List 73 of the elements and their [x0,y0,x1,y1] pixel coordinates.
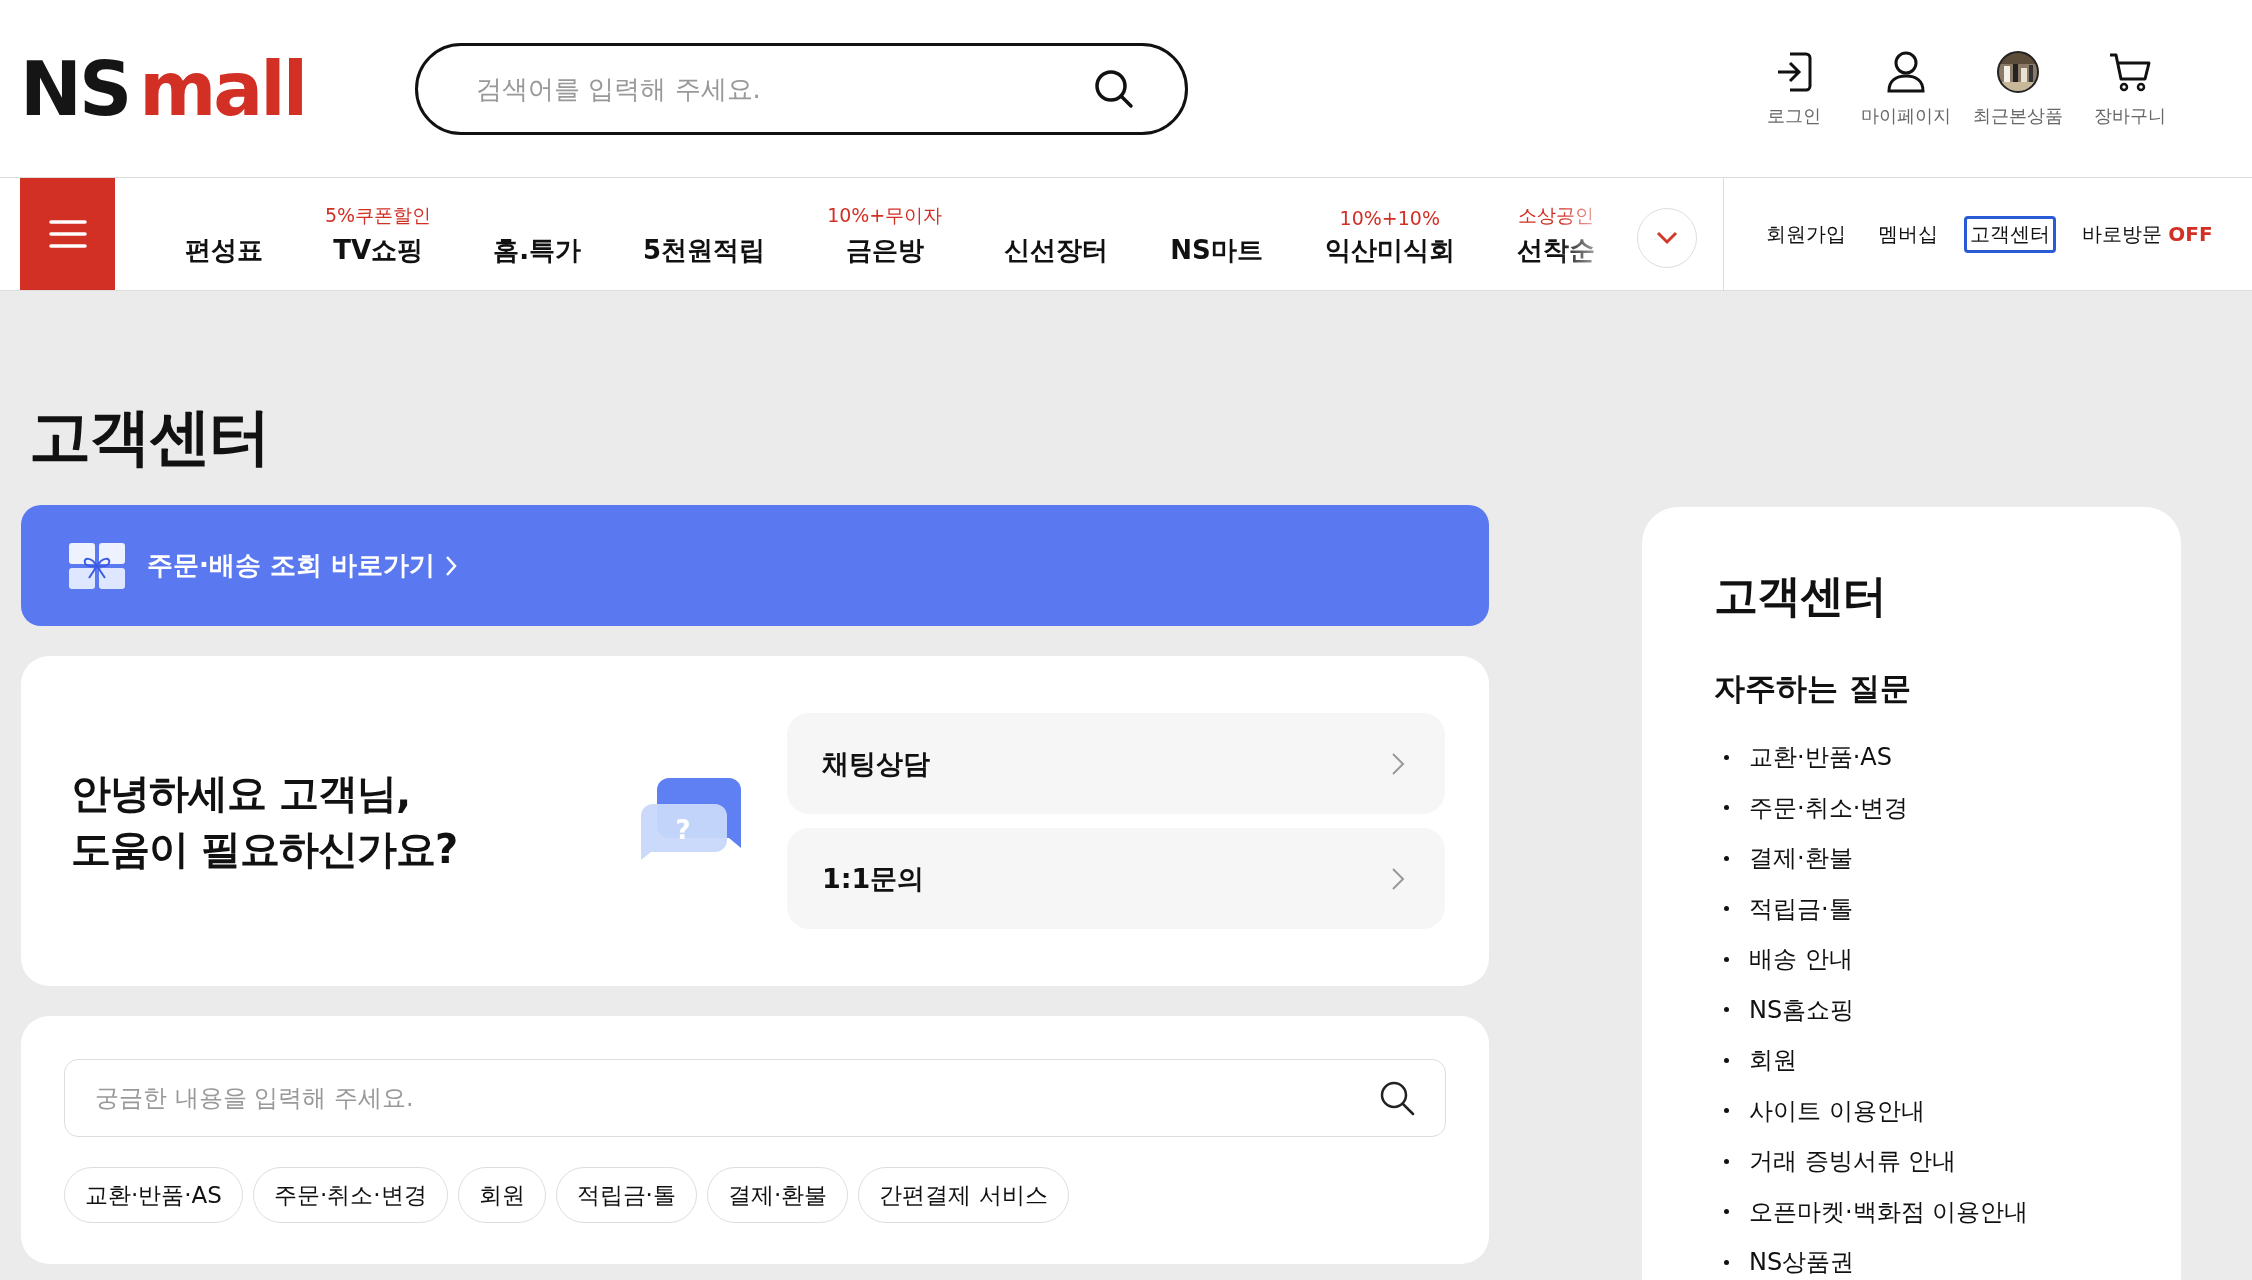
faq-link[interactable]: 오픈마켓·백화점 이용안내 [1749,1195,2029,1228]
chevron-down-icon [1655,231,1678,245]
question-mark: ? [675,815,691,846]
faq-link[interactable]: 회원 [1749,1044,1797,1077]
nav-label: 익산미식회 [1324,234,1455,267]
category-chip[interactable]: 적립금·톨 [555,1167,697,1224]
nav-tab[interactable]: 신선장터 [1004,233,1109,268]
faq-heading: 자주하는 질문 [1714,669,1912,708]
category-chip[interactable]: 주문·취소·변경 [252,1167,448,1224]
member-link[interactable]: 멤버십 [1872,215,1944,253]
nav-tab[interactable]: 10%+10% 익산미식회 [1324,207,1455,268]
bullet-icon [1724,754,1729,760]
faq-link[interactable]: 주문·취소·변경 [1749,791,1909,824]
chevron-right-icon [1391,751,1405,776]
faq-link[interactable]: 적립금·톨 [1749,892,1853,925]
page-title: 고객센터 [29,403,270,472]
faq-search-field[interactable]: 궁금한 내용을 입력해 주세요. [64,1059,1446,1138]
nav-tab[interactable]: 소상공인 선착순 [1516,203,1595,268]
faq-link[interactable]: 배송 안내 [1749,943,1853,976]
bullet-icon [1724,1158,1729,1164]
bullet-icon [1724,1057,1729,1063]
category-chip[interactable]: 교환·반품·AS [64,1167,243,1224]
bullet-icon [1724,1259,1729,1265]
nav-label: TV쇼핑 [333,234,423,267]
utility-button[interactable]: 최근본상품 [1972,49,2064,128]
bullet-icon [1724,956,1729,962]
nav-tab[interactable]: 5천원적립 [643,233,766,268]
menu-icon [48,219,87,249]
search-field[interactable]: 검색어를 입력해 주세요. [415,42,1188,135]
faq-link[interactable]: 교환·반품·AS [1749,741,1892,774]
greeting-text: 안녕하세요 고객님, 도움이 필요하신가요? [71,769,459,875]
bullet-icon [1724,1108,1729,1114]
utility-button[interactable]: 마이페이지 [1860,49,1952,128]
member-link[interactable]: 회원가입 [1760,215,1852,253]
bullet-icon [1724,855,1729,861]
chevron-right-icon [445,554,457,577]
user-icon [1886,49,1926,94]
chevron-right-icon [1391,866,1405,891]
category-chip[interactable]: 간편결제 서비스 [858,1167,1069,1224]
bullet-icon [1724,805,1729,811]
utility-button[interactable]: 로그인 [1748,49,1840,128]
nav-tab[interactable]: 홈.특가 [493,233,582,268]
bullet-icon [1724,1007,1729,1013]
gift-icon [69,542,125,589]
promo-label: 10%+10% [1339,207,1440,229]
utility-button[interactable]: 장바구니 [2084,49,2176,128]
member-link[interactable]: 고객센터 [1964,215,2056,253]
faq-link[interactable]: 거래 증빙서류 안내 [1749,1145,1957,1178]
consult-button[interactable]: 채팅상담 [787,713,1445,815]
nav-tab[interactable]: 편성표 [185,233,263,268]
nav-tab[interactable]: NS마트 [1170,233,1263,268]
sidebar-title: 고객센터 [1714,569,1887,623]
faq-link[interactable]: NS홈쇼핑 [1749,993,1855,1026]
promo-label: 5%쿠폰할인 [325,203,432,228]
nav-label: 금은방 [845,234,924,267]
category-chip[interactable]: 결제·환불 [706,1167,849,1224]
promo-label: 10%+무이자 [827,203,943,228]
consult-button[interactable]: 1:1문의 [787,828,1445,930]
faq-link[interactable]: 결제·환불 [1749,842,1853,875]
bullet-icon [1724,906,1729,912]
logo[interactable]: NS mall [20,51,415,126]
category-chip[interactable]: 회원 [457,1167,546,1224]
faq-link[interactable]: NS상품권 [1749,1246,1855,1279]
order-tracking-banner[interactable]: 주문·배송 조회 바로가기 [21,505,1489,627]
search-icon[interactable] [1378,1079,1416,1118]
quick-visit-toggle[interactable]: 바로방문 OFF [2076,215,2219,253]
menu-button[interactable] [20,178,115,290]
bullet-icon [1724,1209,1729,1215]
nav-tab[interactable]: 10%+무이자 금은방 [827,203,943,268]
nav-tab[interactable]: 5%쿠폰할인 TV쇼핑 [325,203,432,268]
promo-label: 소상공인 [1517,203,1594,228]
nav-label: 선착순 [1516,234,1595,267]
faq-link[interactable]: 사이트 이용안내 [1749,1094,1925,1127]
